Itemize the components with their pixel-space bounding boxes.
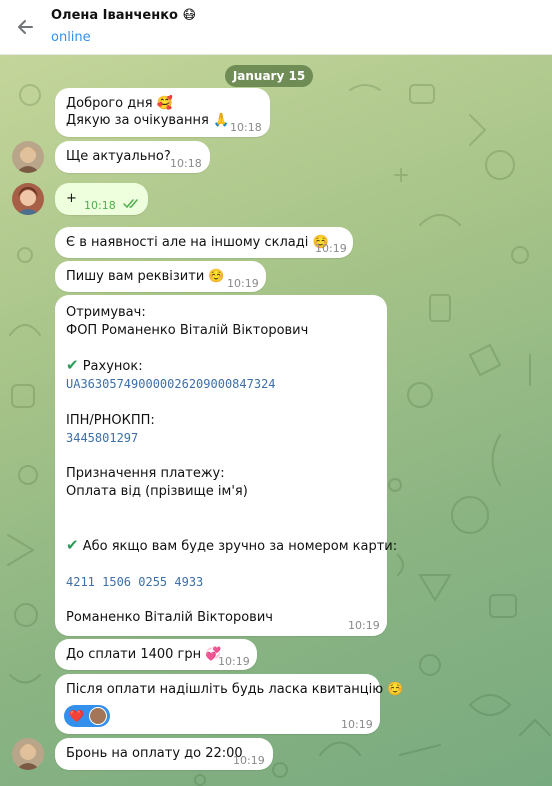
message-text: Пишу вам реквізити ☺️	[66, 269, 225, 284]
message-time: 10:18	[170, 157, 202, 170]
heart-reaction-icon: ❤️	[69, 708, 84, 723]
message-time: 10:19	[218, 655, 250, 668]
double-check-icon	[123, 199, 138, 209]
message-text: Бронь на оплату до 22:00	[66, 746, 243, 761]
contact-status: online	[51, 30, 91, 45]
message-time: 10:18	[84, 199, 116, 212]
message-text: Дякую за очікування 🙏	[66, 113, 230, 128]
message-time: 10:19	[315, 242, 347, 255]
payment-details-message[interactable]: Отримувач: ФОП Романенко Віталій Вікторо…	[55, 295, 397, 636]
message-bubble[interactable]: Пишу вам реквізити ☺️ 10:19	[55, 261, 266, 292]
message-bubble-outgoing[interactable]: + 10:18	[55, 183, 148, 215]
chat-area[interactable]: January 15 Доброго дня 🥰 Дякую за очікув…	[0, 55, 552, 786]
message-bubble[interactable]: Після оплати надішліть будь ласка квитан…	[55, 674, 404, 734]
message-text: +	[66, 191, 77, 206]
purpose-value: Оплата від (прізвище ім'я)	[66, 484, 248, 499]
message-bubble[interactable]: Доброго дня 🥰 Дякую за очікування 🙏 10:1…	[55, 88, 270, 137]
sender-avatar[interactable]	[12, 738, 44, 770]
message-bubble[interactable]: Є в наявності але на іншому складі ☺️ 10…	[55, 227, 353, 258]
chat-header: Олена Іванченко 😷 online	[0, 0, 552, 55]
contact-name-text: Олена Іванченко	[51, 8, 178, 23]
message-text: Є в наявності але на іншому складі ☺️	[66, 235, 329, 250]
contact-name[interactable]: Олена Іванченко 😷	[51, 8, 196, 23]
mask-emoji-icon: 😷	[182, 8, 197, 23]
message-text: До сплати 1400 грн 💞	[66, 647, 222, 662]
reactor-avatar	[88, 707, 107, 725]
recipient-name: ФОП Романенко Віталій Вікторович	[66, 323, 309, 338]
message-time: 10:19	[348, 619, 380, 632]
message-time: 10:18	[230, 121, 262, 134]
account-label: Рахунок:	[82, 359, 143, 374]
card-number-code[interactable]: 4211 1506 0255 4933	[66, 574, 203, 591]
message-text: Ще актуально?	[66, 149, 171, 164]
message-text: Доброго дня 🥰	[66, 96, 173, 111]
card-row: ✔ Або якщо вам буде зручно за номером ка…	[66, 537, 397, 555]
message-bubble[interactable]: До сплати 1400 грн 💞 10:19	[55, 639, 257, 670]
iban-code[interactable]: UA363057490000026209000847324	[66, 376, 276, 393]
tax-label: ІПН/РНОКПП:	[66, 413, 155, 428]
recipient-label: Отримувач:	[66, 305, 146, 320]
message-text: Після оплати надішліть будь ласка квитан…	[66, 682, 404, 697]
account-row: ✔ Рахунок:	[66, 357, 143, 375]
reaction-badge[interactable]: ❤️	[64, 705, 110, 727]
message-time: 10:19	[227, 277, 259, 290]
tax-id-code[interactable]: 3445801297	[66, 430, 138, 447]
message-time: 10:19	[341, 718, 373, 731]
card-holder: Романенко Віталій Вікторович	[66, 610, 273, 625]
message-bubble[interactable]: Бронь на оплату до 22:00 10:19	[55, 738, 273, 770]
purpose-label: Призначення платежу:	[66, 466, 225, 481]
message-bubble[interactable]: Ще актуально? 10:18	[55, 141, 210, 173]
back-button[interactable]	[10, 12, 40, 42]
avatar-photo	[12, 141, 44, 173]
arrow-left-icon	[18, 20, 33, 34]
check-mark-icon: ✔	[66, 356, 79, 374]
sender-avatar[interactable]	[12, 141, 44, 173]
avatar-photo	[12, 738, 44, 770]
date-separator: January 15	[225, 65, 313, 87]
card-label: Або якщо вам буде зручно за номером карт…	[82, 539, 398, 554]
message-time: 10:19	[233, 754, 265, 767]
check-mark-icon: ✔	[66, 536, 79, 554]
my-avatar[interactable]	[12, 183, 44, 215]
avatar-photo	[12, 183, 44, 215]
